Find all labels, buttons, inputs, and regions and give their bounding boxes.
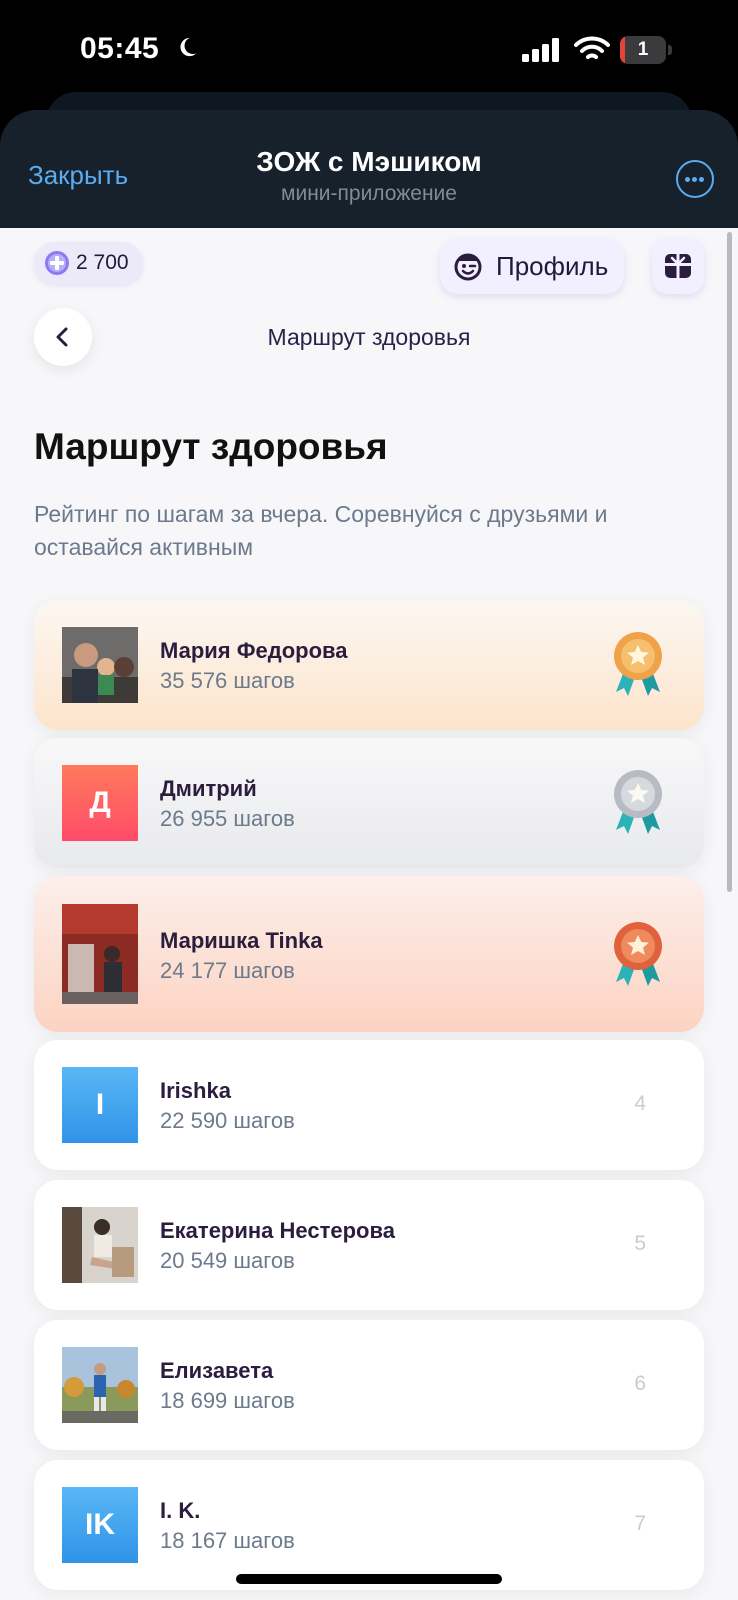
rank-number: 5: [634, 1232, 646, 1255]
rank-number: 6: [634, 1372, 646, 1395]
participant-name: Маришка Tinka: [160, 928, 323, 953]
points-balance[interactable]: 2 700: [34, 242, 143, 284]
participant-steps: 20 549 шагов: [160, 1248, 295, 1273]
participant-name: Елизавета: [160, 1358, 274, 1383]
participant-steps: 18 699 шагов: [160, 1388, 295, 1413]
avatar: Д: [62, 765, 138, 841]
profile-label: Профиль: [496, 250, 609, 281]
avatar: [62, 627, 138, 703]
battery-level-text: 1: [637, 39, 649, 60]
signal-icon: [522, 38, 559, 62]
page-description: Рейтинг по шагам за вчера. Соревнуйся с …: [34, 501, 608, 560]
points-value: 2 700: [76, 251, 129, 274]
plus-coin-icon: [45, 251, 69, 275]
leaderboard-row-4[interactable]: I Irishka 22 590 шагов 4: [34, 1040, 704, 1170]
gold-medal-icon: [614, 632, 662, 696]
avatar: [62, 1347, 138, 1423]
participant-name: Мария Федорова: [160, 638, 348, 663]
mini-app-header: Закрыть ЗОЖ с Мэшиком мини-приложение: [0, 110, 738, 228]
participant-steps: 22 590 шагов: [160, 1108, 295, 1133]
leaderboard-row-2[interactable]: Д Дмитрий 26 955 шагов: [34, 738, 704, 868]
rank-number: 4: [634, 1092, 646, 1115]
avatar: I: [62, 1067, 138, 1143]
participant-name: I. K.: [160, 1498, 201, 1523]
status-bar: 05:45 1: [0, 0, 738, 100]
avatar: IK: [62, 1487, 138, 1563]
leaderboard-row-1[interactable]: Мария Федорова 35 576 шагов: [34, 600, 704, 730]
more-options-button[interactable]: [676, 160, 714, 198]
participant-name: Екатерина Нестерова: [160, 1218, 395, 1243]
leaderboard-row-7[interactable]: IK I. K. 18 167 шагов 7: [34, 1460, 704, 1590]
home-indicator[interactable]: [236, 1574, 502, 1584]
page-heading: Маршрут здоровья: [34, 426, 388, 467]
participant-steps: 35 576 шагов: [160, 668, 295, 693]
participant-steps: 18 167 шагов: [160, 1528, 295, 1553]
avatar: [62, 1207, 138, 1283]
participant-name: Дмитрий: [160, 776, 257, 801]
participant-name: Irishka: [160, 1078, 231, 1103]
leaderboard-row-6[interactable]: Елизавета 18 699 шагов 6: [34, 1320, 704, 1450]
silver-medal-icon: [614, 770, 662, 834]
battery-indicator: 1: [620, 36, 672, 64]
leaderboard-row-5[interactable]: Екатерина Нестерова 20 549 шагов 5: [34, 1180, 704, 1310]
bronze-medal-icon: [614, 922, 662, 986]
participant-steps: 24 177 шагов: [160, 958, 295, 983]
participant-steps: 26 955 шагов: [160, 806, 295, 831]
nav-title: Маршрут здоровья: [267, 324, 471, 350]
rank-number: 7: [634, 1512, 646, 1535]
app-content[interactable]: 2 700 Профиль Маршрут здоровья Маршрут з…: [0, 228, 738, 1600]
gift-icon: [665, 254, 691, 278]
gift-button[interactable]: [652, 238, 704, 294]
clock: 05:45: [80, 32, 160, 65]
wifi-icon: [574, 36, 610, 59]
profile-button[interactable]: Профиль: [440, 238, 625, 294]
leaderboard-row-3[interactable]: Маришка Tinka 24 177 шагов: [34, 876, 704, 1032]
app-subtitle: мини-приложение: [281, 182, 457, 205]
moon-icon: [180, 37, 197, 57]
app-title: ЗОЖ с Мэшиком: [256, 146, 482, 177]
winking-face-icon: [454, 253, 482, 281]
avatar: [62, 904, 138, 1004]
